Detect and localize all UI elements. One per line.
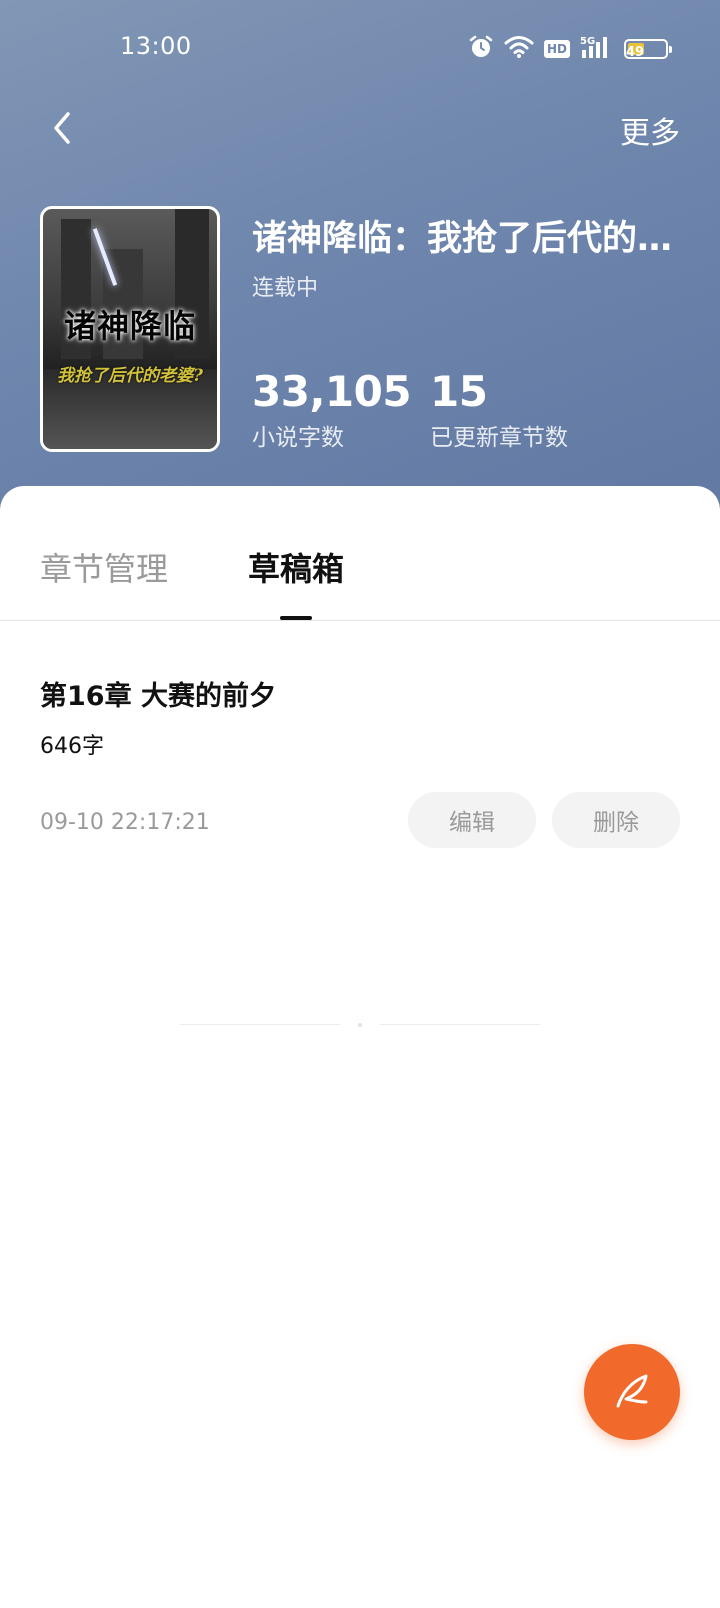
edit-button[interactable]: 编辑	[408, 792, 536, 848]
draft-item[interactable]: 第16章 大赛的前夕 646字 09-10 22:17:21 编辑 删除	[0, 622, 720, 1027]
word-count-value: 33,105	[252, 367, 412, 416]
chapter-count-value: 15	[430, 367, 488, 416]
chapter-count-label: 已更新章节数	[430, 425, 568, 451]
list-end-divider	[180, 1022, 540, 1027]
status-bar: 13:00 HD 5G 49	[0, 0, 720, 96]
book-header: 13:00 HD 5G 49 更多 诸神降临 我抢了后代的老婆? 诸神降临：我抢…	[0, 0, 720, 520]
battery-icon: 49	[624, 39, 672, 60]
chevron-left-icon	[54, 112, 70, 144]
hd-icon: HD	[543, 40, 570, 58]
draft-timestamp: 09-10 22:17:21	[40, 810, 210, 835]
word-count-stat: 33,105 小说字数	[252, 367, 412, 452]
draft-title: 第16章 大赛的前夕	[40, 681, 276, 712]
cover-title: 诸神降临	[63, 307, 196, 345]
signal-network-label: 5G	[580, 36, 595, 47]
status-icons: HD 5G 49	[468, 34, 672, 64]
word-count-label: 小说字数	[252, 425, 344, 451]
book-cover[interactable]: 诸神降临 我抢了后代的老婆?	[40, 206, 220, 452]
alarm-icon	[468, 34, 494, 64]
new-chapter-button[interactable]	[584, 1344, 680, 1440]
cover-subtitle: 我抢了后代的老婆?	[57, 366, 203, 386]
tab-chapter-management[interactable]: 章节管理	[40, 544, 168, 590]
book-status: 连载中	[252, 276, 319, 301]
wifi-icon	[504, 35, 534, 63]
status-time: 13:00	[120, 32, 192, 60]
divider-dot	[358, 1022, 362, 1027]
quill-pen-icon	[616, 1374, 648, 1408]
back-button[interactable]	[40, 104, 84, 152]
signal-5g-icon: 5G	[580, 34, 614, 64]
delete-button[interactable]: 删除	[552, 792, 680, 848]
book-title: 诸神降临：我抢了后代的老婆	[252, 219, 682, 259]
chapter-count-stat: 15 已更新章节数	[430, 368, 568, 452]
divider-line	[380, 1024, 540, 1025]
content-sheet: 章节管理 草稿箱 第16章 大赛的前夕 646字 09-10 22:17:21 …	[0, 486, 720, 1608]
divider-line	[180, 1024, 340, 1025]
draft-word-count: 646字	[40, 734, 104, 759]
battery-level: 49	[626, 45, 645, 60]
tab-drafts[interactable]: 草稿箱	[248, 544, 344, 590]
more-button[interactable]: 更多	[620, 108, 680, 152]
tab-divider	[0, 620, 720, 621]
